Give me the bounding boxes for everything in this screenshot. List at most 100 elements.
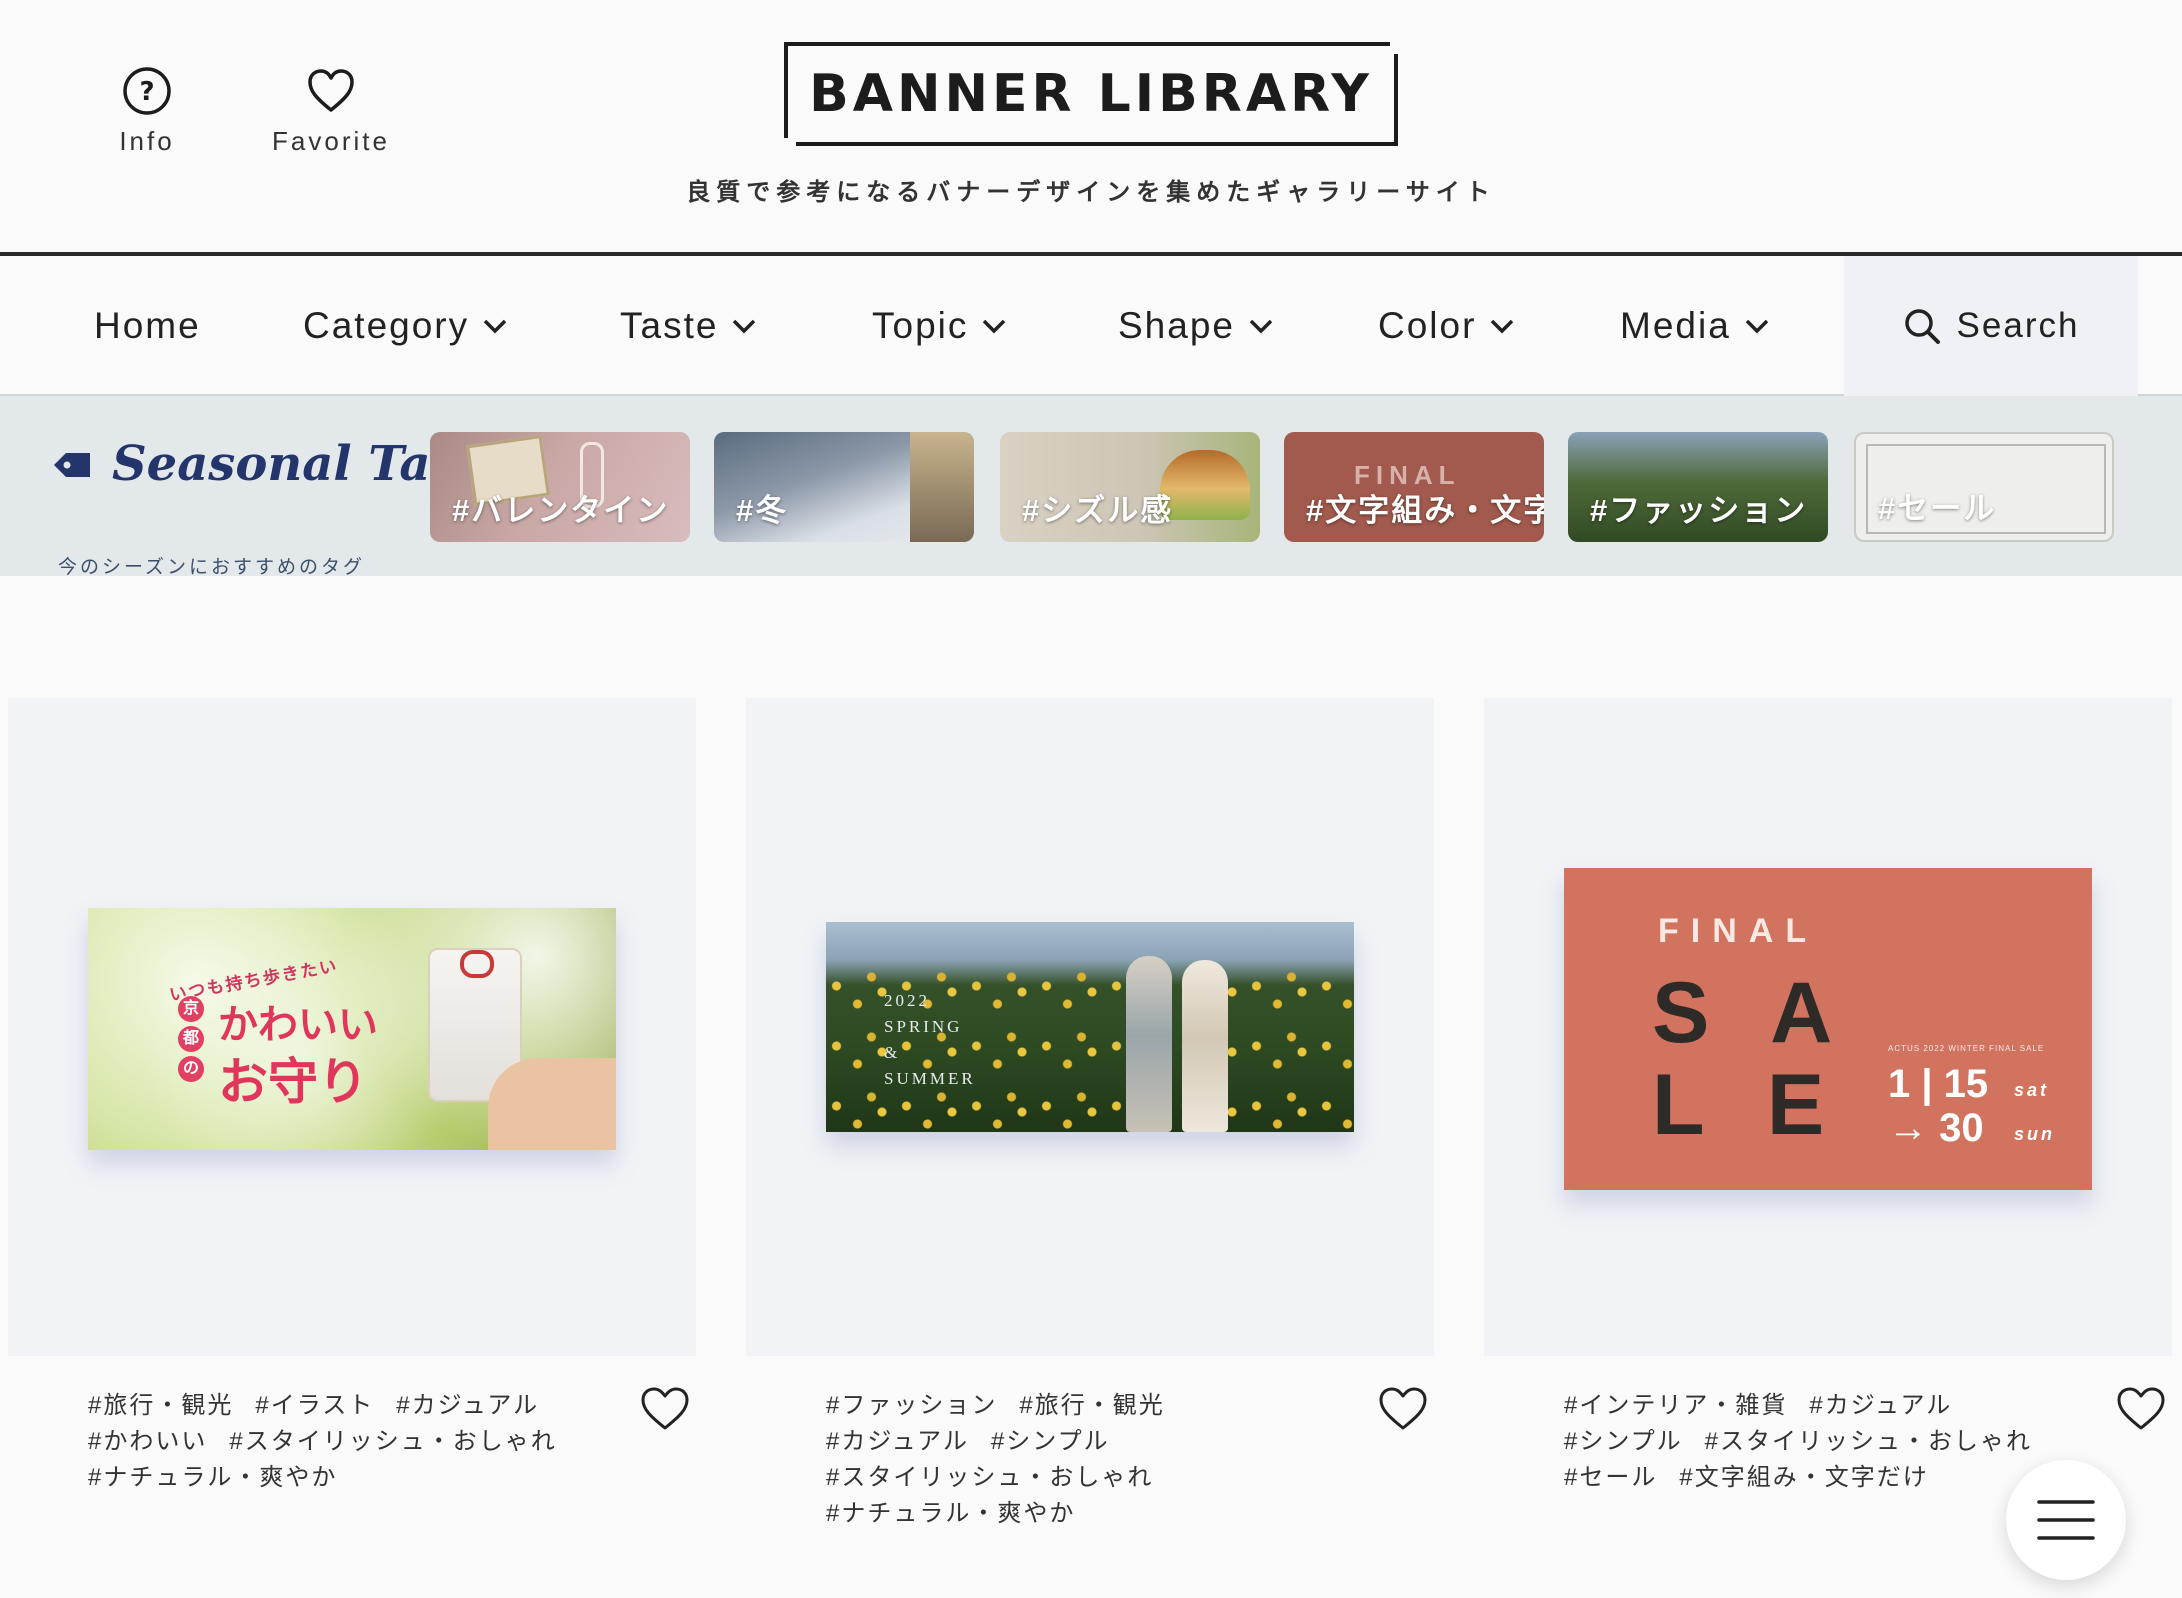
banner-sa: S A [1652,965,1853,1061]
circle-char: 京 [178,996,204,1022]
seasonal-tag-sizzle[interactable]: #シズル感 [1000,432,1260,542]
favorite-heart-button[interactable] [2116,1386,2166,1437]
card-tags: #旅行・観光 #イラスト #カジュアル #かわいい #スタイリッシュ・おしゃれ#ナチュラ… [88,1388,608,1496]
tag-link[interactable]: #文字組み・文字だけ [1679,1460,1928,1496]
favorite-label: Favorite [272,126,390,156]
card-tags: #ファッション #旅行・観光 #カジュアル #シンプル#スタイリッシュ・おしゃれ#ナチ… [826,1388,1346,1532]
favorite-heart-button[interactable] [1378,1386,1428,1437]
chevron-down-icon [1491,319,1514,334]
banner-omamori: いつも持ち歩きたい 京 都 の かわいい お守り [88,908,616,1150]
search-label: Search [1956,306,2080,345]
season-line: SPRING [884,1017,963,1036]
site-header: ? Info Favorite BANNER LIBRARY 良質で参考になるバ… [0,0,2182,252]
tag-link[interactable]: #ナチュラル・爽やか [826,1496,1075,1532]
chevron-down-icon [483,319,507,334]
nav-color-label: Color [1378,305,1477,346]
banner-day-2: sun [2014,1124,2056,1144]
season-line: SUMMER [884,1069,976,1088]
person-figure-shape [1182,960,1228,1132]
tag-link[interactable]: #旅行・観光 [88,1388,233,1424]
winter-food-shape [910,432,974,542]
favorite-button[interactable]: Favorite [268,66,394,157]
nav-shape[interactable]: Shape [1118,256,1273,396]
banner-thumbnail-area[interactable]: FINAL S A L E ACTUS 2022 WINTER FINAL SA… [1484,698,2172,1356]
chevron-down-icon [983,319,1006,334]
heart-icon [308,69,354,112]
chevron-down-icon [733,319,756,334]
banner-thumbnail-area[interactable]: 2022 SPRING & SUMMER [746,698,1434,1356]
seasonal-tag-winter[interactable]: #冬 [714,432,974,542]
nav-taste-label: Taste [620,305,719,346]
favorite-heart-button[interactable] [640,1386,690,1437]
tag-link[interactable]: #スタイリッシュ・おしゃれ [826,1460,1153,1496]
menu-button[interactable] [2006,1460,2126,1580]
seasonal-tag-strip: Seasonal Tag 今のシーズンにおすすめのタグ #バレンタイン #冬 #… [0,396,2182,578]
hamburger-menu-icon [2037,1500,2095,1540]
season-line: 2022 [884,991,930,1010]
banner-date-1: 1 | 15 [1888,1062,1989,1106]
banner-le: L E [1652,1057,1845,1153]
svg-text:?: ? [139,77,154,107]
charm-knot-shape [460,950,494,978]
nav-home-label: Home [94,305,201,346]
seasonal-tag-fashion[interactable]: #ファッション [1568,432,1828,542]
seasonal-tag-sale[interactable]: #セール [1854,432,2114,542]
tag-link[interactable]: #ナチュラル・爽やか [88,1460,337,1496]
tag-link[interactable]: #カジュアル [826,1424,969,1460]
tag-link[interactable]: #シンプル [991,1424,1110,1460]
tag-link[interactable]: #ファッション [826,1388,997,1424]
seasonal-tag-label: #冬 [736,493,789,528]
seasonal-tag-label: #シズル感 [1022,493,1174,528]
search-icon [1904,309,1940,344]
nav-topic[interactable]: Topic [872,256,1006,396]
banner-date-2: → 30 [1888,1106,1984,1150]
tag-icon [54,453,90,477]
card-tags: #インテリア・雑貨 #カジュアル #シンプル #スタイリッシュ・おしゃれ #セール #文字… [1564,1388,2084,1496]
nav-category-label: Category [303,305,470,346]
nav-color[interactable]: Color [1378,256,1514,396]
banner-card[interactable]: いつも持ち歩きたい 京 都 の かわいい お守り #旅行・観光 #イラスト #カジュ… [8,698,696,1491]
tag-link[interactable]: #イラスト [255,1388,374,1424]
search-button[interactable]: Search [1844,256,2138,396]
site-tagline: 良質で参考になるバナーデザインを集めたギャラリーサイト [686,179,1496,206]
tag-link[interactable]: #スタイリッシュ・おしゃれ [1705,1424,2032,1460]
seasonal-tag-label: #文字組み・文字 [1306,493,1544,528]
heart-icon [1379,1387,1427,1430]
banner-final: FINAL [1658,912,1819,950]
tag-link[interactable]: #セール [1564,1460,1657,1496]
logo-text: BANNER LIBRARY [809,64,1373,124]
seasonal-tag-label: #バレンタイン [452,493,670,528]
circle-char: の [178,1056,204,1082]
nav-category[interactable]: Category [303,256,507,396]
seasonal-title: Seasonal Tag [112,436,465,492]
banner-final-sale: FINAL S A L E ACTUS 2022 WINTER FINAL SA… [1564,868,2092,1190]
tag-link[interactable]: #カジュアル [396,1388,539,1424]
banner-card[interactable]: 2022 SPRING & SUMMER #ファッション #旅行・観光 #カジュアル… [746,698,1434,1527]
nav-home[interactable]: Home [94,256,201,396]
banner-day-1: sat [2014,1080,2050,1100]
chevron-down-icon [1249,319,1273,334]
hand-shape [488,1058,616,1150]
tag-link[interactable]: #インテリア・雑貨 [1564,1388,1787,1424]
main-nav: Home Category Taste Topic Shape Color Me… [0,252,2182,396]
info-button[interactable]: ? Info [112,66,182,157]
nav-topic-label: Topic [872,305,969,346]
nav-taste[interactable]: Taste [620,256,756,396]
banner-spring-summer: 2022 SPRING & SUMMER [826,922,1354,1132]
seasonal-tag-typography[interactable]: FINAL #文字組み・文字 [1284,432,1544,542]
tag-link[interactable]: #かわいい [88,1424,207,1460]
tag-link[interactable]: #シンプル [1564,1424,1683,1460]
chevron-down-icon [1745,319,1769,334]
banner-thumbnail-area[interactable]: いつも持ち歩きたい 京 都 の かわいい お守り [8,698,696,1356]
tag-link[interactable]: #スタイリッシュ・おしゃれ [229,1424,556,1460]
person-figure-shape [1126,956,1172,1132]
banner-card[interactable]: FINAL S A L E ACTUS 2022 WINTER FINAL SA… [1484,698,2172,1491]
tag-link[interactable]: #旅行・観光 [1019,1388,1164,1424]
tag-link[interactable]: #カジュアル [1809,1388,1952,1424]
heart-icon [641,1387,689,1430]
site-logo[interactable]: BANNER LIBRARY [784,42,1398,146]
seasonal-tag-valentine[interactable]: #バレンタイン [430,432,690,542]
nav-media[interactable]: Media [1620,256,1769,396]
seasonal-tag-label: #セール [1878,491,1997,526]
banner-season-text: 2022 SPRING & SUMMER [884,988,976,1092]
